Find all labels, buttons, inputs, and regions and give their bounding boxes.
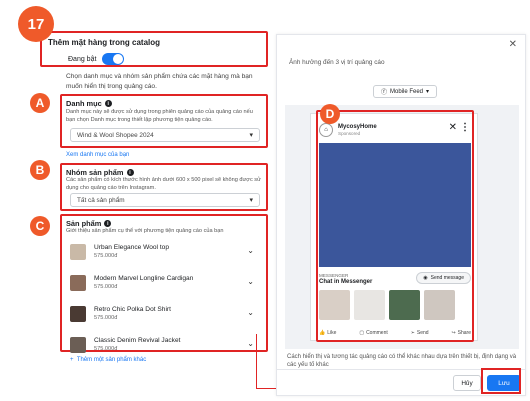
danh-muc-label: Danh mục [66, 99, 102, 108]
product-name: Modern Marvel Longline Cardigan [94, 275, 194, 282]
products-title: Sản phẩm i [66, 219, 112, 228]
products-desc: Giới thiệu sản phẩm cụ thể với phương ti… [66, 228, 224, 234]
section-b-marker: B [30, 160, 50, 180]
catalog-toggle-row[interactable]: Đang bật [68, 53, 125, 65]
product-price: 575.000đ [94, 315, 118, 321]
chevron-down-icon: ▾ [426, 89, 430, 95]
product-price: 575.000đ [94, 253, 118, 259]
danh-muc-desc: Danh mục này sẽ được sử dụng trong phiên… [66, 109, 253, 123]
product-group-select[interactable]: Tất cả sản phẩm ▾ [70, 193, 260, 207]
product-price: 575.000đ [94, 284, 118, 290]
products-label: Sản phẩm [66, 219, 102, 228]
info-icon: i [126, 169, 134, 176]
product-group-value: Tất cả sản phẩm [77, 196, 125, 204]
add-product-label: Thêm một sản phẩm khác [76, 357, 147, 363]
product-group-title: Nhóm sản phẩm i [66, 168, 134, 177]
facebook-icon: ⓕ [380, 90, 387, 96]
catalog-title: Thêm mặt hàng trong catalog [48, 38, 161, 47]
product-name: Classic Denim Revival Jacket [94, 337, 181, 344]
chevron-down-icon: ▾ [249, 132, 253, 139]
product-item[interactable]: Urban Elegance Wool top 575.000đ ⌄ [70, 236, 260, 267]
catalog-toggle-switch[interactable] [102, 53, 125, 65]
chevron-down-icon[interactable]: ⌄ [247, 246, 254, 255]
product-list: Urban Elegance Wool top 575.000đ ⌄ Moder… [70, 236, 260, 360]
product-name: Retro Chic Polka Dot Shirt [94, 306, 171, 313]
toggle-label: Đang bật [68, 55, 97, 63]
save-button-highlight [481, 368, 521, 394]
product-group-label: Nhóm sản phẩm [66, 168, 124, 177]
catalog-select[interactable]: Wind & Wool Shopee 2024 ▾ [70, 128, 260, 142]
section-a-marker: A [30, 93, 50, 113]
chevron-down-icon[interactable]: ⌄ [247, 339, 254, 348]
product-thumbnail [70, 305, 86, 322]
feed-select[interactable]: ⓕ Mobile Feed ▾ [373, 85, 437, 98]
catalog-select-value: Wind & Wool Shopee 2024 [77, 131, 154, 139]
feed-select-value: Mobile Feed [389, 88, 424, 95]
view-catalog-link[interactable]: Xem danh mục của bạn [66, 152, 129, 158]
catalog-intro: Chọn danh mục và nhóm sản phẩm chứa các … [66, 73, 253, 90]
product-item[interactable]: Retro Chic Polka Dot Shirt 575.000đ ⌄ [70, 298, 260, 329]
cancel-button[interactable]: Hủy [453, 375, 481, 391]
product-item[interactable]: Modern Marvel Longline Cardigan 575.000đ… [70, 267, 260, 298]
chevron-down-icon[interactable]: ⌄ [247, 277, 254, 286]
section-d-marker: D [320, 104, 340, 124]
product-group-desc: Các sản phẩm có kích thước hình ảnh dưới… [66, 177, 261, 191]
product-thumbnail [70, 243, 86, 260]
placement-caption: Ảnh hưởng đến 3 vị trí quảng cáo [289, 59, 385, 66]
close-icon[interactable]: ✕ [509, 39, 517, 50]
add-product-link[interactable]: + Thêm một sản phẩm khác [70, 357, 146, 363]
product-name: Urban Elegance Wool top [94, 244, 170, 251]
product-price: 575.000đ [94, 346, 118, 352]
section-d-highlight [316, 110, 474, 342]
connector-line [256, 334, 257, 388]
product-thumbnail [70, 274, 86, 291]
step-badge: 17 [18, 6, 54, 42]
product-item[interactable]: Classic Denim Revival Jacket 575.000đ ⌄ [70, 329, 260, 360]
info-icon: i [104, 220, 112, 227]
chevron-down-icon: ▾ [249, 197, 253, 204]
danh-muc-title: Danh mục i [66, 99, 112, 108]
tutorial-screenshot: 17 Thêm mặt hàng trong catalog Đang bật … [0, 0, 530, 401]
info-icon: i [104, 100, 112, 107]
product-thumbnail [70, 336, 86, 353]
section-c-marker: C [30, 216, 50, 236]
chevron-down-icon[interactable]: ⌄ [247, 308, 254, 317]
